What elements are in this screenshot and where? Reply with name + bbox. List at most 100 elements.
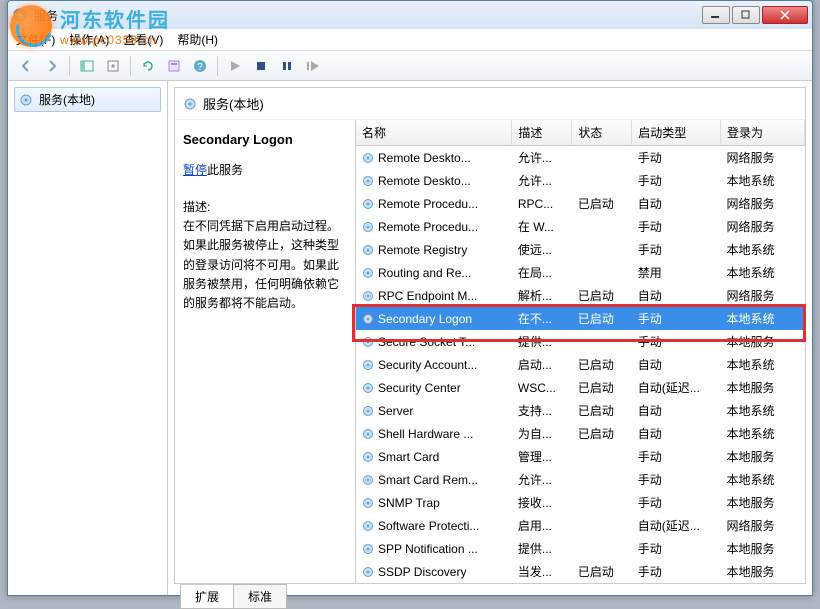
cell-status <box>572 330 632 353</box>
cell-status: 已启动 <box>572 399 632 422</box>
tree-root-services-local[interactable]: 服务(本地) <box>14 87 161 112</box>
cell-logon: 本地系统 <box>721 353 805 376</box>
cell-status <box>572 537 632 560</box>
col-name[interactable]: 名称 <box>356 120 512 146</box>
cell-status: 已启动 <box>572 422 632 445</box>
services-app-icon <box>12 7 28 23</box>
cell-startup: 手动 <box>632 445 721 468</box>
menu-action[interactable]: 操作(A) <box>69 31 109 48</box>
cell-startup: 手动 <box>632 146 721 170</box>
export-button[interactable] <box>101 54 125 78</box>
cell-desc: 允许... <box>512 468 572 491</box>
cell-logon: 网络服务 <box>721 284 805 307</box>
cell-status: 已启动 <box>572 353 632 376</box>
restart-service-button[interactable] <box>301 54 325 78</box>
table-row[interactable]: Security CenterWSC...已启动自动(延迟...本地服务 <box>356 376 805 399</box>
col-startup-type[interactable]: 启动类型 <box>632 120 721 146</box>
table-row[interactable]: Remote Procedu...在 W...手动网络服务 <box>356 215 805 238</box>
table-row[interactable]: Remote Registry使远...手动本地系统 <box>356 238 805 261</box>
col-description[interactable]: 描述 <box>512 120 572 146</box>
cell-desc: 使远... <box>512 238 572 261</box>
cell-name: SNMP Trap <box>356 491 512 514</box>
table-row[interactable]: Remote Deskto...允许...手动网络服务 <box>356 146 805 170</box>
show-hide-button[interactable] <box>75 54 99 78</box>
pane-icon <box>80 59 94 73</box>
cell-startup: 手动 <box>632 560 721 583</box>
table-row[interactable]: SPP Notification ...提供...手动本地服务 <box>356 537 805 560</box>
detail-pane: Secondary Logon 暂停此服务 描述: 在不同凭据下启用启动过程。如… <box>175 120 355 583</box>
help-button[interactable]: ? <box>188 54 212 78</box>
titlebar[interactable]: 服务 <box>8 1 812 29</box>
cell-status <box>572 514 632 537</box>
cell-name: Smart Card <box>356 445 512 468</box>
cell-name: SSDP Discovery <box>356 560 512 583</box>
cell-startup: 自动 <box>632 353 721 376</box>
cell-startup: 手动 <box>632 238 721 261</box>
cell-startup: 自动(延迟... <box>632 514 721 537</box>
table-row[interactable]: Secure Socket T...提供...手动本地服务 <box>356 330 805 353</box>
pause-service-button[interactable] <box>275 54 299 78</box>
cell-desc: 支持... <box>512 399 572 422</box>
cell-name: Remote Registry <box>356 238 512 261</box>
services-list[interactable]: 名称 描述 状态 启动类型 登录为 Remote Deskto...允许...手… <box>355 120 805 583</box>
close-button[interactable] <box>762 6 808 24</box>
table-row[interactable]: Remote Deskto...允许...手动本地系统 <box>356 169 805 192</box>
table-row[interactable]: Smart Card Rem...允许...手动本地系统 <box>356 468 805 491</box>
cell-logon: 本地服务 <box>721 376 805 399</box>
cell-startup: 手动 <box>632 491 721 514</box>
cell-startup: 自动 <box>632 399 721 422</box>
menu-view[interactable]: 查看(V) <box>123 31 163 48</box>
properties-button[interactable] <box>162 54 186 78</box>
cell-name: Routing and Re... <box>356 261 512 284</box>
table-row[interactable]: Shell Hardware ...为自...已启动自动本地系统 <box>356 422 805 445</box>
menu-help[interactable]: 帮助(H) <box>177 31 218 48</box>
back-button[interactable] <box>14 54 38 78</box>
cell-startup: 禁用 <box>632 261 721 284</box>
cell-name: Secondary Logon <box>356 307 512 330</box>
table-row[interactable]: SNMP Trap接收...手动本地服务 <box>356 491 805 514</box>
table-row[interactable]: SSDP Discovery当发...已启动手动本地服务 <box>356 560 805 583</box>
maximize-icon <box>741 10 751 20</box>
table-row[interactable]: Software Protecti...启用...自动(延迟...网络服务 <box>356 514 805 537</box>
table-row[interactable]: Smart Card管理...手动本地服务 <box>356 445 805 468</box>
description-body: 在不同凭据下启用启动过程。如果此服务被停止，这种类型的登录访问将不可用。如果此服… <box>183 217 347 313</box>
cell-status <box>572 491 632 514</box>
pause-service-link[interactable]: 暂停 <box>183 163 207 177</box>
cell-name: Smart Card Rem... <box>356 468 512 491</box>
menubar: 文件(F) 操作(A) 查看(V) 帮助(H) <box>8 29 812 51</box>
table-row[interactable]: Remote Procedu...RPC...已启动自动网络服务 <box>356 192 805 215</box>
cell-startup: 自动 <box>632 192 721 215</box>
table-row[interactable]: Secondary Logon在不...已启动手动本地系统 <box>356 307 805 330</box>
column-header-row: 名称 描述 状态 启动类型 登录为 <box>356 120 805 146</box>
cell-name: Shell Hardware ... <box>356 422 512 445</box>
cell-name: Remote Deskto... <box>356 169 512 192</box>
start-service-button[interactable] <box>223 54 247 78</box>
cell-startup: 手动 <box>632 169 721 192</box>
minimize-button[interactable] <box>702 6 730 24</box>
cell-logon: 本地服务 <box>721 491 805 514</box>
refresh-button[interactable] <box>136 54 160 78</box>
cell-status <box>572 146 632 170</box>
cell-startup: 手动 <box>632 537 721 560</box>
window-title: 服务 <box>34 7 702 24</box>
tab-extended[interactable]: 扩展 <box>180 584 234 609</box>
cell-desc: 提供... <box>512 537 572 560</box>
cell-name: Security Account... <box>356 353 512 376</box>
cell-name: SPP Notification ... <box>356 537 512 560</box>
services-window: 服务 文件(F) 操作(A) 查看(V) 帮助(H) ? 服务(本地 <box>7 0 813 596</box>
cell-startup: 手动 <box>632 307 721 330</box>
stop-service-button[interactable] <box>249 54 273 78</box>
col-status[interactable]: 状态 <box>572 120 632 146</box>
svg-text:?: ? <box>197 62 203 73</box>
cell-logon: 本地系统 <box>721 468 805 491</box>
gear-icon <box>19 93 33 107</box>
table-row[interactable]: RPC Endpoint M...解析...已启动自动网络服务 <box>356 284 805 307</box>
table-row[interactable]: Server支持...已启动自动本地系统 <box>356 399 805 422</box>
forward-button[interactable] <box>40 54 64 78</box>
col-logon-as[interactable]: 登录为 <box>721 120 805 146</box>
tab-standard[interactable]: 标准 <box>233 584 287 609</box>
maximize-button[interactable] <box>732 6 760 24</box>
table-row[interactable]: Security Account...启动...已启动自动本地系统 <box>356 353 805 376</box>
menu-file[interactable]: 文件(F) <box>16 31 55 48</box>
table-row[interactable]: Routing and Re...在局...禁用本地系统 <box>356 261 805 284</box>
